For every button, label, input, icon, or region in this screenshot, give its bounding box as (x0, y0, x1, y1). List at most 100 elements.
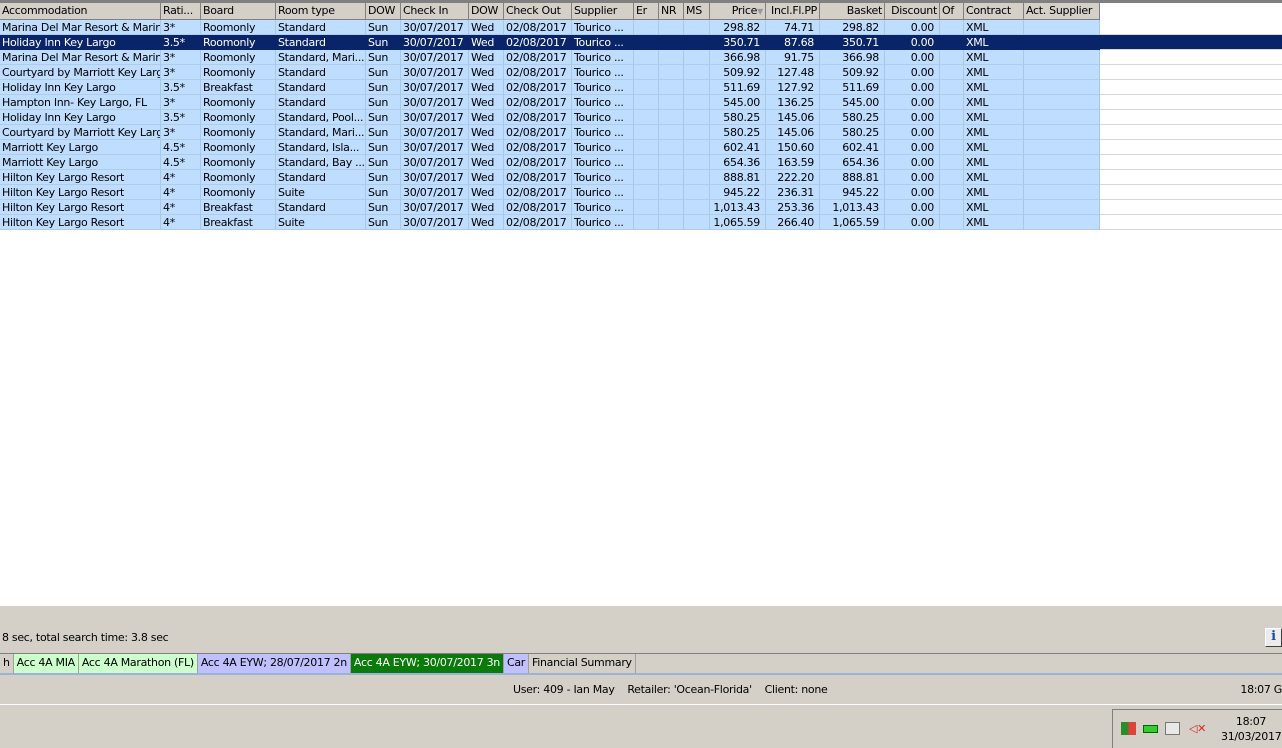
table-cell: 02/08/2017 (504, 35, 572, 50)
column-header[interactable]: Check In (401, 3, 469, 20)
tab[interactable]: Acc 4A Marathon (FL) (78, 654, 198, 673)
table-cell: 3.5* (161, 35, 201, 50)
column-header[interactable]: Discount (885, 3, 940, 20)
column-header-label: Contract (966, 4, 1011, 17)
table-cell: 888.81 (820, 170, 885, 185)
table-cell: 366.98 (710, 50, 766, 65)
table-cell (684, 140, 710, 155)
table-row[interactable]: Marriott Key Largo 4.5* Roomonly Standard, … (0, 155, 1282, 170)
table-cell: 0.00 (885, 95, 940, 110)
table-cell (1024, 110, 1100, 125)
table-cell: XML (964, 215, 1024, 230)
column-header[interactable]: Supplier (572, 3, 634, 20)
table-cell (634, 35, 659, 50)
table-cell: Sun (366, 170, 401, 185)
table-cell: 253.36 (766, 200, 820, 215)
row-filler (1100, 200, 1282, 215)
tab-bar: h Acc 4A MIA Acc 4A Marathon (FL) Acc 4A EY… (0, 653, 1282, 673)
tab[interactable]: Acc 4A EYW; 30/07/2017 3n (350, 654, 504, 673)
table-cell: Sun (366, 110, 401, 125)
table-row[interactable]: Hilton Key Largo Resort 4* Breakfast Standa… (0, 200, 1282, 215)
column-header[interactable]: Of (940, 3, 964, 20)
column-header[interactable]: Er (634, 3, 659, 20)
table-cell: 509.92 (710, 65, 766, 80)
table-cell (684, 200, 710, 215)
column-header[interactable]: Rati... (161, 3, 201, 20)
table-row[interactable]: Marriott Key Largo 4.5* Roomonly Standard, … (0, 140, 1282, 155)
table-row[interactable]: Holiday Inn Key Largo 3.5* Breakfast Standa… (0, 80, 1282, 95)
table-cell: 91.75 (766, 50, 820, 65)
column-header[interactable]: Act. Supplier (1024, 3, 1100, 20)
table-cell: Roomonly (201, 185, 276, 200)
table-cell: Standard, Mari... (276, 125, 366, 140)
table-row[interactable]: Hilton Key Largo Resort 4* Breakfast Suite S… (0, 215, 1282, 230)
column-header[interactable]: DOW (469, 3, 504, 20)
table-row[interactable]: Hilton Key Largo Resort 4* Roomonly Suite Su… (0, 185, 1282, 200)
column-header[interactable]: Price▼ (710, 3, 766, 20)
table-row[interactable]: Hilton Key Largo Resort 4* Roomonly Standar… (0, 170, 1282, 185)
table-cell: Wed (469, 110, 504, 125)
table-cell: 580.25 (710, 125, 766, 140)
table-cell (634, 50, 659, 65)
table-cell (940, 155, 964, 170)
table-cell: 127.48 (766, 65, 820, 80)
table-cell: XML (964, 50, 1024, 65)
table-cell: Sun (366, 50, 401, 65)
column-header[interactable]: MS (684, 3, 710, 20)
network-card-icon[interactable] (1143, 725, 1158, 733)
table-row[interactable]: Holiday Inn Key Largo 3.5* Roomonly Standar… (0, 35, 1282, 50)
table-cell (659, 35, 684, 50)
system-tray: ◁✕ 18:07 31/03/2017 (1112, 709, 1282, 748)
row-filler (1100, 125, 1282, 140)
table-cell: 4* (161, 200, 201, 215)
row-filler (1100, 50, 1282, 65)
network-icon[interactable] (1165, 722, 1180, 735)
tab[interactable]: Acc 4A MIA (13, 654, 79, 673)
table-cell (659, 20, 684, 35)
row-filler (1100, 155, 1282, 170)
table-row[interactable]: Courtyard by Marriott Key Largo 3* Roomonl… (0, 125, 1282, 140)
tray-clock[interactable]: 18:07 31/03/2017 (1221, 714, 1282, 744)
table-cell: 0.00 (885, 185, 940, 200)
table-cell: 350.71 (820, 35, 885, 50)
column-header[interactable]: NR (659, 3, 684, 20)
table-cell: Marriott Key Largo (0, 140, 161, 155)
table-cell: XML (964, 65, 1024, 80)
table-cell: 02/08/2017 (504, 185, 572, 200)
column-header[interactable]: Accommodation (0, 3, 161, 20)
antivirus-icon[interactable] (1121, 722, 1136, 735)
tab[interactable]: Acc 4A EYW; 28/07/2017 2n (197, 654, 351, 673)
table-row[interactable]: Holiday Inn Key Largo 3.5* Roomonly Standar… (0, 110, 1282, 125)
tab[interactable]: Car (503, 654, 530, 673)
row-filler (1100, 80, 1282, 95)
tab[interactable]: Financial Summary (529, 654, 636, 673)
column-header[interactable]: DOW (366, 3, 401, 20)
table-cell: Roomonly (201, 65, 276, 80)
table-row[interactable]: Hampton Inn- Key Largo, FL 3* Roomonly Stan… (0, 95, 1282, 110)
table-cell: Standard (276, 35, 366, 50)
table-row[interactable]: Marina Del Mar Resort & Marina 3* Roomonly… (0, 50, 1282, 65)
table-cell: Roomonly (201, 170, 276, 185)
column-header[interactable]: Incl.Fl.PP (766, 3, 820, 20)
table-cell: 266.40 (766, 215, 820, 230)
table-cell (659, 125, 684, 140)
sort-desc-icon: ▼ (757, 7, 763, 16)
column-header[interactable]: Basket (820, 3, 885, 20)
volume-muted-icon[interactable]: ◁✕ (1189, 722, 1206, 735)
column-header[interactable]: Room type (276, 3, 366, 20)
table-row[interactable]: Courtyard by Marriott Key Largo 3* Roomonl… (0, 65, 1282, 80)
table-cell: 163.59 (766, 155, 820, 170)
column-header[interactable]: Board (201, 3, 276, 20)
column-header-label: Er (636, 4, 647, 17)
table-cell (634, 155, 659, 170)
table-cell: XML (964, 35, 1024, 50)
column-header[interactable]: Check Out (504, 3, 572, 20)
table-cell: 945.22 (710, 185, 766, 200)
tab[interactable]: h (0, 654, 14, 673)
table-cell (684, 50, 710, 65)
table-row[interactable]: Marina Del Mar Resort & Marina 3* Roomonly… (0, 20, 1282, 35)
column-header[interactable]: Contract (964, 3, 1024, 20)
table-cell: Wed (469, 65, 504, 80)
info-button[interactable]: i (1265, 628, 1282, 647)
table-cell: Marina Del Mar Resort & Marina (0, 50, 161, 65)
